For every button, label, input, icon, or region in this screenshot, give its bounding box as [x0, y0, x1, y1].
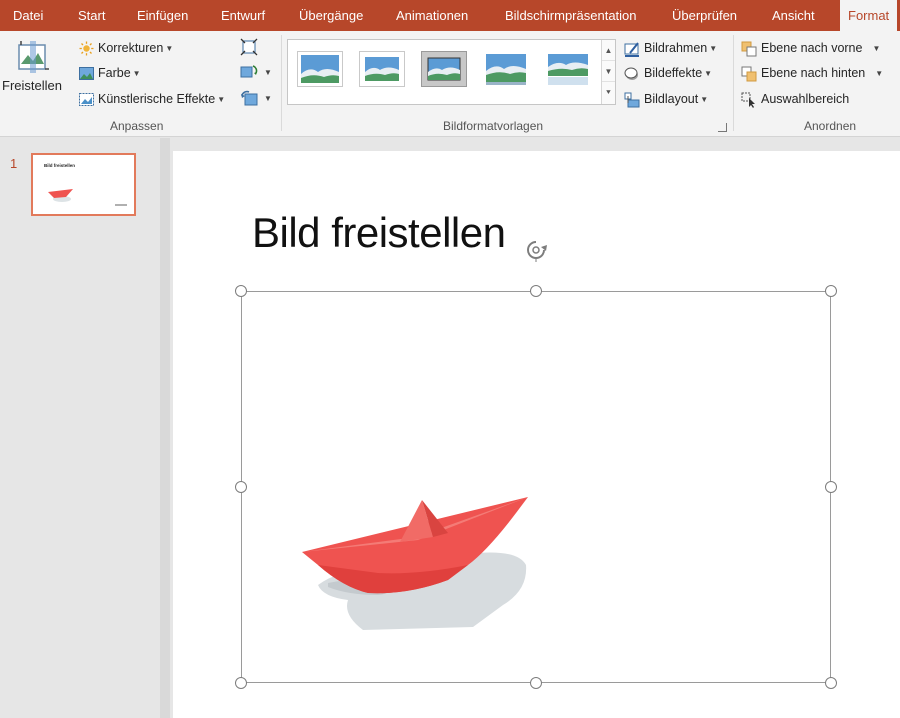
picture-style-1[interactable]	[297, 51, 343, 87]
tab-datei[interactable]: Datei	[13, 0, 43, 31]
resize-handle-top[interactable]	[530, 285, 542, 297]
gallery-more-button[interactable]: ⯆	[602, 82, 615, 103]
ebene-nach-vorne-button[interactable]: Ebene nach vorne ▼	[741, 38, 880, 58]
picture-style-3[interactable]	[421, 51, 467, 87]
gallery-scroll-up-button[interactable]: ▲	[602, 40, 615, 61]
kuenstlerische-effekte-label: Künstlerische Effekte	[98, 92, 216, 106]
compress-icon	[240, 38, 258, 56]
ribbon-tab-bar: Datei Start Einfügen Entwurf Übergänge A…	[0, 0, 900, 32]
artistic-effects-icon	[79, 93, 94, 107]
picture-styles-gallery[interactable]: ▲ ▼ ⯆	[287, 39, 616, 105]
chevron-down-icon: ▼	[875, 68, 884, 78]
resize-handle-bottom[interactable]	[530, 677, 542, 689]
selection-pane-icon	[741, 92, 755, 108]
reset-picture-icon	[241, 90, 258, 106]
change-picture-button[interactable]: ▼	[240, 63, 272, 83]
chevron-down-icon: ▼	[709, 43, 718, 53]
picture-effects-icon	[624, 67, 638, 80]
group-divider	[281, 35, 282, 131]
landscape-icon	[362, 54, 402, 84]
picture-style-4[interactable]	[483, 51, 529, 87]
landscape-icon	[486, 54, 526, 85]
color-picture-icon	[79, 67, 94, 81]
resize-handle-right[interactable]	[825, 481, 837, 493]
slide-title[interactable]: Bild freistellen	[252, 209, 506, 257]
sun-icon	[79, 41, 94, 56]
compress-pictures-button[interactable]	[240, 38, 264, 58]
tab-bildschirmpraesentation[interactable]: Bildschirmpräsentation	[505, 0, 637, 31]
resize-handle-bottom-right[interactable]	[825, 677, 837, 689]
picture-selection-frame[interactable]	[241, 291, 831, 683]
group-divider	[733, 35, 734, 131]
ebene-nach-vorne-label: Ebene nach vorne	[761, 41, 863, 55]
bring-forward-icon	[741, 41, 757, 57]
tab-animationen[interactable]: Animationen	[396, 0, 468, 31]
rotate-handle-icon[interactable]	[524, 238, 550, 262]
auswahlbereich-label: Auswahlbereich	[761, 92, 850, 106]
bildlayout-label: Bildlayout	[644, 92, 699, 106]
ribbon: Freistellen Korrekturen ▼ Farbe ▼ Künstler…	[0, 31, 900, 137]
bildrahmen-button[interactable]: Bildrahmen ▼	[624, 38, 717, 58]
dialog-launcher-icon[interactable]	[718, 123, 727, 132]
group-label-bildformatvorlagen: Bildformatvorlagen	[443, 119, 544, 133]
resize-handle-top-right[interactable]	[825, 285, 837, 297]
tab-start[interactable]: Start	[78, 0, 105, 31]
tab-einfuegen[interactable]: Einfügen	[137, 0, 188, 31]
bildrahmen-label: Bildrahmen	[644, 41, 708, 55]
send-backward-icon	[741, 66, 757, 82]
chevron-down-icon: ▼	[264, 94, 272, 103]
farbe-label: Farbe	[98, 66, 131, 80]
picture-style-2[interactable]	[359, 51, 405, 87]
slide-number: 1	[10, 156, 18, 171]
korrekturen-button[interactable]: Korrekturen ▼	[79, 38, 173, 58]
tab-format[interactable]: Format	[840, 0, 898, 32]
reset-picture-button[interactable]: ▼	[240, 89, 272, 109]
resize-handle-bottom-left[interactable]	[235, 677, 247, 689]
chevron-down-icon: ▼	[217, 94, 226, 104]
gallery-scrollbar: ▲ ▼ ⯆	[601, 40, 615, 104]
resize-handle-top-left[interactable]	[235, 285, 247, 297]
tab-entwurf[interactable]: Entwurf	[221, 0, 265, 31]
group-label-anordnen: Anordnen	[804, 119, 857, 133]
resize-handle-left[interactable]	[235, 481, 247, 493]
chevron-down-icon: ▼	[704, 68, 713, 78]
slide-thumbnail-footer-mark	[115, 204, 127, 206]
picture-layout-icon	[624, 92, 640, 108]
slide-thumbnail-1[interactable]: Bild freistellen	[31, 153, 136, 216]
chevron-down-icon: ▼	[264, 68, 272, 77]
slide-thumbnail-title: Bild freistellen	[44, 163, 76, 168]
chevron-down-icon: ▼	[872, 43, 881, 53]
kuenstlerische-effekte-button[interactable]: Künstlerische Effekte ▼	[79, 89, 225, 109]
bildlayout-button[interactable]: Bildlayout ▼	[624, 89, 708, 109]
farbe-button[interactable]: Farbe ▼	[79, 63, 141, 83]
gallery-scroll-down-button[interactable]: ▼	[602, 61, 615, 82]
ebene-nach-hinten-label: Ebene nach hinten	[761, 66, 866, 80]
tab-ansicht[interactable]: Ansicht	[772, 0, 815, 31]
boat-thumbnail-image	[48, 189, 73, 202]
slides-pane: 1	[0, 138, 160, 718]
landscape-icon	[301, 55, 339, 83]
landscape-icon	[427, 57, 461, 81]
landscape-icon	[548, 54, 588, 85]
freistellen-label: Freistellen	[2, 78, 62, 93]
chevron-down-icon: ▼	[165, 43, 174, 53]
picture-border-icon	[624, 42, 639, 57]
bildeffekte-label: Bildeffekte	[644, 66, 703, 80]
pane-splitter[interactable]	[160, 138, 170, 718]
chevron-down-icon: ▼	[132, 68, 141, 78]
freistellen-button[interactable]: Freistellen	[2, 39, 64, 103]
change-picture-icon	[240, 65, 258, 78]
crop-picture-icon	[18, 41, 49, 73]
bildeffekte-button[interactable]: Bildeffekte ▼	[624, 63, 712, 83]
korrekturen-label: Korrekturen	[98, 41, 164, 55]
ebene-nach-hinten-button[interactable]: Ebene nach hinten ▼	[741, 63, 883, 83]
tab-uebergaenge[interactable]: Übergänge	[299, 0, 363, 31]
group-label-anpassen: Anpassen	[110, 119, 164, 133]
picture-style-5[interactable]	[545, 51, 591, 87]
chevron-down-icon: ▼	[700, 94, 709, 104]
auswahlbereich-button[interactable]: Auswahlbereich	[741, 89, 849, 109]
tab-ueberpruefen[interactable]: Überprüfen	[672, 0, 737, 31]
